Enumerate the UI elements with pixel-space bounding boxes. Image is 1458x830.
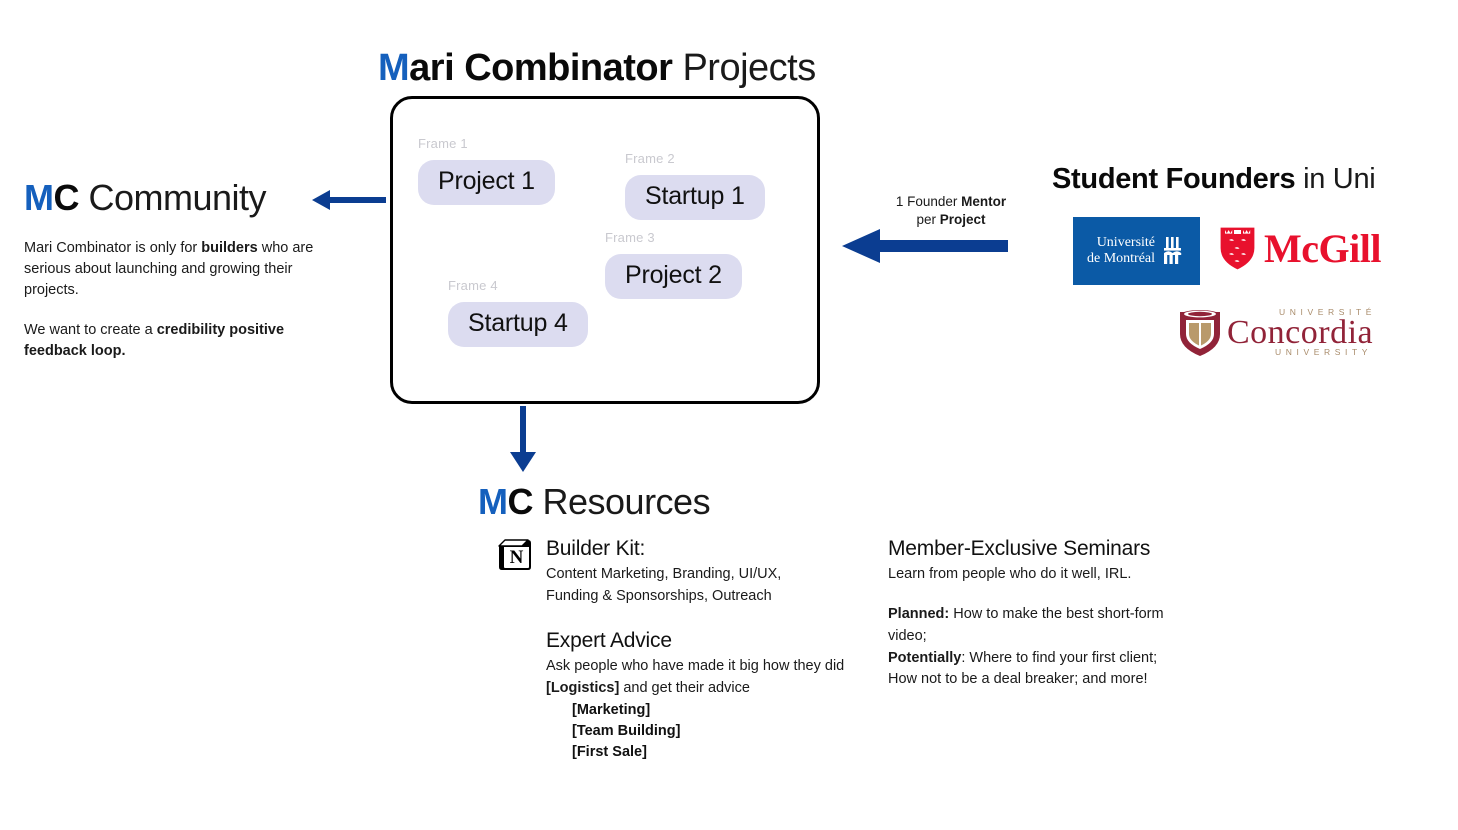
mentor-line2-before: per xyxy=(916,212,940,228)
mentor-line1-before: 1 Founder xyxy=(895,194,962,209)
expert-advice-item: [Team Building] xyxy=(572,722,681,739)
builder-kit-block: Builder Kit: Content Marketing, Branding… xyxy=(546,536,876,608)
builder-kit-line-1: Content Marketing, Branding, UI/UX, xyxy=(546,566,782,583)
seminars-block: Member-Exclusive Seminars Learn from peo… xyxy=(888,536,1188,691)
mentor-line2-bold: Project xyxy=(939,212,986,228)
community-paragraph-2: We want to create a credibility positive… xyxy=(24,320,336,362)
title-regular-part: Projects xyxy=(672,47,816,89)
mentor-arrow-label: 1 Founder Mentor per Project xyxy=(886,193,1016,229)
arrow-left-to-community xyxy=(308,178,388,227)
frame-label-4: Frame 4 xyxy=(448,278,498,293)
community-p2-before: We want to create a xyxy=(24,322,157,339)
resources-heading: MC Resources xyxy=(478,481,711,522)
community-heading: MC Community xyxy=(24,177,267,218)
udem-line-2: de Montréal xyxy=(1086,251,1156,266)
arrow-left-icon xyxy=(312,190,386,210)
expert-advice-body: Ask people who have made it big how they… xyxy=(546,656,876,700)
community-regular-part: Community xyxy=(79,177,267,218)
builder-kit-line-2: Funding & Sponsorships, Outreach xyxy=(546,588,772,604)
community-accent-letter: M xyxy=(24,177,54,218)
expert-advice-title: Expert Advice xyxy=(546,629,672,652)
expert-advice-bold: [Logistics] xyxy=(546,680,620,696)
arrow-down-icon xyxy=(510,406,536,472)
arrow-down-to-resources xyxy=(500,404,548,481)
community-paragraph-1: Mari Combinator is only for builders who… xyxy=(24,238,336,301)
concordia-logo: UNIVERSITÉ Concordia UNIVERSITY xyxy=(1177,306,1376,358)
student-founders-heading: Student Founders in Uni xyxy=(1052,163,1376,196)
mcgill-wordmark: McGill xyxy=(1264,225,1381,271)
seminars-spacer xyxy=(888,586,1188,604)
project-card-label: Project 2 xyxy=(605,254,742,299)
project-card-2[interactable]: Startup 1 xyxy=(625,175,765,220)
expert-advice-item: [Marketing] xyxy=(572,701,651,718)
mcgill-logo: McGill xyxy=(1219,226,1381,271)
founders-bold-part: Student Founders xyxy=(1052,163,1296,195)
community-description: Mari Combinator is only for builders who… xyxy=(24,238,336,362)
svg-text:N: N xyxy=(510,547,524,568)
builder-kit-title: Builder Kit: xyxy=(546,537,646,560)
mentor-label-line-2: per Project xyxy=(886,211,1016,229)
title-bold-part: ari Combinator xyxy=(409,47,673,89)
notion-logo-icon: N xyxy=(498,539,531,570)
expert-advice-before: Ask people who have made it big how they… xyxy=(546,658,845,675)
expert-advice-item: [First Sale] xyxy=(572,743,647,760)
project-card-label: Startup 1 xyxy=(625,175,765,220)
concordia-wordmark: Concordia xyxy=(1227,314,1374,352)
resources-bold-part: C xyxy=(507,481,534,522)
expert-advice-block: Expert Advice Ask people who have made i… xyxy=(546,628,876,763)
project-card-4[interactable]: Startup 4 xyxy=(448,302,588,347)
frame-label-1: Frame 1 xyxy=(418,136,468,151)
project-card-label: Startup 4 xyxy=(448,302,588,347)
expert-advice-after: and get their advice xyxy=(619,680,750,696)
resources-regular-part: Resources xyxy=(533,481,711,522)
page-title: Mari Combinator Projects xyxy=(378,47,816,90)
project-card-1[interactable]: Project 1 xyxy=(418,160,555,205)
seminars-subtitle: Learn from people who do it well, IRL. xyxy=(888,566,1132,583)
founders-regular-part: in Uni xyxy=(1295,163,1376,195)
universite-de-montreal-logo: Université de Montréal xyxy=(1073,217,1200,285)
seminars-potentially: Potentially: Where to find your first cl… xyxy=(888,648,1188,692)
mcgill-shield-icon xyxy=(1219,226,1256,271)
project-card-label: Project 1 xyxy=(418,160,555,205)
concordia-shield-icon xyxy=(1180,310,1220,356)
concordia-bottom-text: UNIVERSITY xyxy=(1275,346,1373,357)
project-card-3[interactable]: Project 2 xyxy=(605,254,742,299)
notion-icon: N xyxy=(497,538,533,579)
seminars-planned-label: Planned: xyxy=(888,606,950,622)
community-p1-before: Mari Combinator is only for xyxy=(24,240,202,256)
frame-label-3: Frame 3 xyxy=(605,230,655,245)
udem-mark-icon xyxy=(1164,237,1182,264)
seminars-potentially-label: Potentially xyxy=(888,649,962,666)
resources-accent-letter: M xyxy=(478,481,508,522)
seminars-planned: Planned: How to make the best short-form… xyxy=(888,604,1188,648)
udem-line-1: Université xyxy=(1096,235,1156,251)
title-accent-letter: M xyxy=(378,47,410,89)
mentor-line1-bold: Mentor xyxy=(961,194,1007,209)
mentor-label-line-1: 1 Founder Mentor xyxy=(886,193,1016,211)
seminars-title: Member-Exclusive Seminars xyxy=(888,537,1151,560)
community-p1-bold: builders xyxy=(201,240,258,256)
frame-label-2: Frame 2 xyxy=(625,151,675,166)
community-bold-part: C xyxy=(53,177,80,218)
